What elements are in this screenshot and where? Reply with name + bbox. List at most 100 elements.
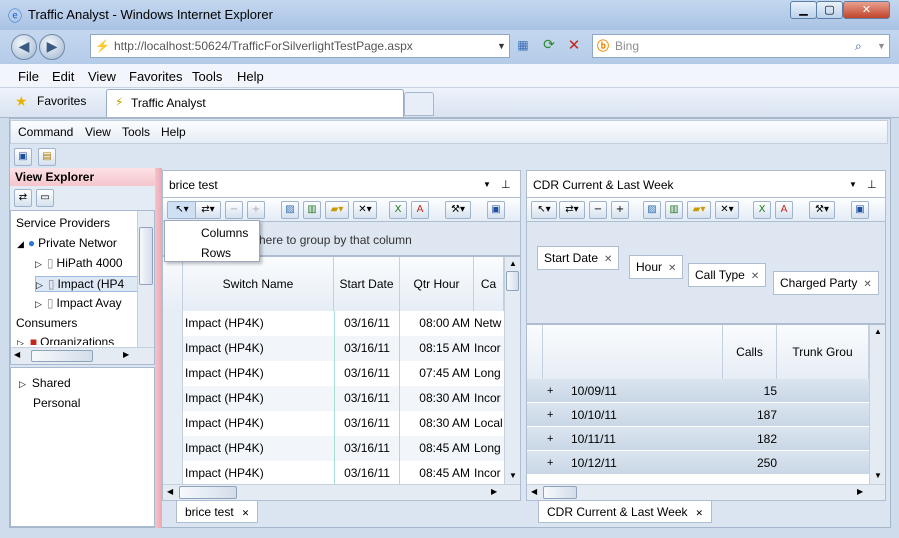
maximize-button[interactable]: ▢: [816, 1, 843, 19]
app-menu-tools[interactable]: Tools: [122, 125, 150, 139]
expand-icon[interactable]: ▷: [19, 379, 26, 389]
pdf-icon[interactable]: A: [775, 201, 793, 219]
scroll-left-icon[interactable]: ◀: [14, 350, 20, 359]
row-header[interactable]: [163, 411, 183, 436]
tree-hscroll-thumb[interactable]: [31, 350, 93, 362]
hierarchy-icon[interactable]: ▤: [38, 148, 56, 166]
minimize-button[interactable]: ▁: [790, 1, 817, 19]
menu-view[interactable]: View: [88, 69, 116, 84]
chart-icon[interactable]: ▥: [665, 201, 683, 219]
pointer-menu-icon[interactable]: ↖▾: [167, 201, 197, 219]
panel1-tab-close-icon[interactable]: ✕: [242, 508, 250, 518]
row-header[interactable]: [163, 461, 183, 486]
row-header[interactable]: [163, 311, 183, 336]
col-qtr-hour[interactable]: Qtr Hour: [400, 257, 474, 311]
tree-node-shared[interactable]: ▷ Shared: [19, 376, 71, 390]
row-header[interactable]: [163, 336, 183, 361]
pivot-icon[interactable]: ⇄▾: [195, 201, 221, 219]
group-chip-charged-party[interactable]: Charged Party ✕: [773, 271, 879, 295]
group-chip-hour[interactable]: Hour ✕: [629, 255, 684, 279]
expand-all-icon[interactable]: +: [611, 201, 629, 219]
search-dropdown-icon[interactable]: ▼: [877, 35, 886, 57]
chip-remove-icon[interactable]: ✕: [668, 263, 676, 274]
table-row[interactable]: Impact (HP4K) 03/16/11 08:30 AM Incor: [163, 386, 504, 411]
panel2-tab-close-icon[interactable]: ✕: [696, 508, 704, 518]
app-menu-help[interactable]: Help: [161, 125, 186, 139]
excel-icon[interactable]: X: [753, 201, 771, 219]
tree-node-private-network[interactable]: ◢ ● Private Networ: [17, 236, 117, 250]
panel2-group-area[interactable]: Start Date ✕ Hour ✕ Call Type ✕ Charged Par…: [526, 222, 886, 324]
tree-scroll-thumb[interactable]: [139, 227, 153, 285]
scroll-up-icon[interactable]: ▲: [874, 327, 882, 336]
swap-icon[interactable]: ⇄: [14, 189, 32, 207]
image-icon[interactable]: ▨: [281, 201, 299, 219]
scroll-right-icon[interactable]: ▶: [857, 487, 863, 496]
favorites-button[interactable]: Favorites: [37, 94, 86, 108]
address-bar[interactable]: ⚡ http://localhost:50624/TrafficForSilver…: [90, 34, 510, 58]
panel1-tab[interactable]: brice test ✕: [176, 501, 259, 523]
search-box[interactable]: ⓑ Bing ⌕ ▼: [592, 34, 890, 58]
expand-row-icon[interactable]: +: [547, 403, 561, 427]
row-header[interactable]: [163, 361, 183, 386]
left-splitter[interactable]: [155, 168, 162, 528]
tree-node-organizations[interactable]: ▷ ■ Organizations: [17, 335, 114, 345]
panel2-horizontal-scrollbar[interactable]: ◀ ▶: [527, 484, 885, 500]
expand-icon[interactable]: ▷: [35, 259, 42, 269]
new-tab-button[interactable]: [404, 92, 434, 116]
popup-item-columns[interactable]: Columns: [201, 226, 248, 240]
tree-node-consumers[interactable]: Consumers: [16, 316, 77, 330]
address-dropdown-icon[interactable]: ▼: [497, 35, 506, 57]
browser-tab[interactable]: ⚡ Traffic Analyst: [106, 89, 404, 117]
table-row[interactable]: +10/11/11 182: [527, 427, 869, 451]
scroll-left-icon[interactable]: ◀: [167, 487, 173, 496]
pivot-icon[interactable]: ⇄▾: [559, 201, 585, 219]
col-call-type[interactable]: Ca: [474, 257, 504, 311]
chip-remove-icon[interactable]: ✕: [751, 271, 759, 282]
table-row[interactable]: +10/10/11 187: [527, 403, 869, 427]
panel1-save-icon[interactable]: ▣: [487, 201, 505, 219]
scroll-down-icon[interactable]: ▼: [874, 471, 882, 480]
table-row[interactable]: Impact (HP4K) 03/16/11 07:45 AM Long: [163, 361, 504, 386]
group-chip-start-date[interactable]: Start Date ✕: [537, 246, 620, 270]
menu-tools[interactable]: Tools: [192, 69, 222, 84]
chip-remove-icon[interactable]: ✕: [604, 254, 612, 265]
delete-icon[interactable]: ✕▾: [715, 201, 739, 219]
tree-node-impact-hp4k[interactable]: ▷ ▯ Impact (HP4: [35, 276, 151, 292]
expand-all-icon[interactable]: +: [247, 201, 265, 219]
compatibility-icon[interactable]: ▦: [514, 38, 532, 56]
expand-row-icon[interactable]: +: [547, 379, 561, 403]
menu-favorites[interactable]: Favorites: [129, 69, 182, 84]
table-row[interactable]: Impact (HP4K) 03/16/11 08:45 AM Long: [163, 436, 504, 461]
panel1-horizontal-scrollbar[interactable]: ◀ ▶: [163, 484, 520, 500]
expand-row-icon[interactable]: +: [547, 427, 561, 451]
back-button[interactable]: ◀: [11, 34, 37, 60]
tree-node-service-providers[interactable]: Service Providers: [16, 216, 110, 230]
col-calls[interactable]: Calls: [723, 325, 777, 379]
table-row[interactable]: +10/12/11 250: [527, 451, 869, 475]
scroll-right-icon[interactable]: ▶: [123, 350, 129, 359]
panel2-hscroll-thumb[interactable]: [543, 486, 577, 499]
app-menu-command[interactable]: Command: [18, 125, 73, 139]
group-chip-call-type[interactable]: Call Type ✕: [688, 263, 767, 287]
panel2-tab[interactable]: CDR Current & Last Week ✕: [538, 501, 713, 523]
view-icon[interactable]: ▭: [36, 189, 54, 207]
table-row[interactable]: Impact (HP4K) 03/16/11 08:30 AM Local: [163, 411, 504, 436]
panel2-pin-icon[interactable]: ⊥: [867, 171, 877, 199]
panel1-pin-icon[interactable]: ⊥: [501, 171, 511, 199]
delete-icon[interactable]: ✕▾: [353, 201, 377, 219]
pdf-icon[interactable]: A: [411, 201, 429, 219]
table-row[interactable]: Impact (HP4K) 03/16/11 08:15 AM Incor: [163, 336, 504, 361]
panel1-menu-icon[interactable]: ▼: [483, 171, 491, 199]
table-row[interactable]: Impact (HP4K) 03/16/11 08:45 AM Incor: [163, 461, 504, 486]
expand-icon[interactable]: ▷: [36, 280, 43, 290]
row-header[interactable]: [163, 386, 183, 411]
scroll-left-icon[interactable]: ◀: [531, 487, 537, 496]
open-folder-icon[interactable]: ▰▾: [687, 201, 711, 219]
panel1-hscroll-thumb[interactable]: [179, 486, 237, 499]
search-icon[interactable]: ⌕: [855, 35, 862, 57]
excel-icon[interactable]: X: [389, 201, 407, 219]
image-icon[interactable]: ▨: [643, 201, 661, 219]
stop-icon[interactable]: ✕: [565, 36, 583, 54]
save-icon[interactable]: ▣: [14, 148, 32, 166]
menu-edit[interactable]: Edit: [52, 69, 74, 84]
